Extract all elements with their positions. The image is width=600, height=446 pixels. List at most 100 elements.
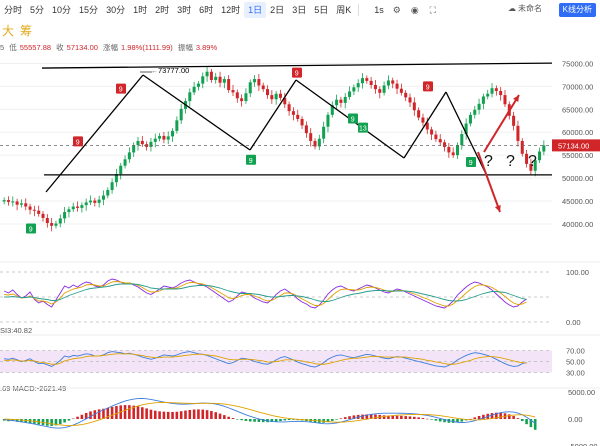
candle-body-66 — [287, 104, 291, 112]
candle-body-108 — [468, 114, 472, 124]
candle-body-95 — [412, 102, 416, 111]
candle-body-52 — [227, 79, 231, 91]
macd-bar-92 — [400, 415, 403, 419]
macd-bar-33 — [145, 408, 148, 419]
macd-bar-98 — [425, 418, 429, 420]
price-chart[interactable]: 大筹 40000.00 45000.00 50000.00 55000.00 60000.… — [0, 0, 600, 446]
macd-bar-35 — [153, 410, 157, 419]
candle-body-19 — [84, 202, 88, 206]
question-mark-2: ? — [528, 153, 537, 170]
macd-bar-77 — [335, 419, 338, 420]
candle-body-80 — [348, 91, 352, 97]
macd-tick-label-2: 5000.00 — [568, 388, 595, 397]
macd-bar-42 — [184, 410, 187, 419]
macd-tick-label-0: -5000.00 — [568, 442, 598, 446]
candle-body-15 — [67, 209, 71, 213]
candle-body-21 — [93, 200, 97, 203]
candle-body-74 — [322, 126, 326, 139]
candle-body-62 — [270, 95, 274, 100]
macd-bar-65 — [283, 419, 287, 421]
candle-body-22 — [97, 199, 101, 203]
macd-bar-80 — [348, 416, 351, 419]
macd-bar-53 — [231, 418, 235, 419]
macd-bar-79 — [343, 417, 347, 419]
candle-body-68 — [296, 114, 300, 119]
macd-bar-118 — [512, 415, 515, 419]
macd-bar-94 — [408, 416, 412, 419]
macd-bar-13 — [58, 419, 62, 425]
candle-body-67 — [291, 111, 295, 115]
candle-body-29 — [127, 152, 131, 160]
candle-body-3 — [15, 201, 19, 205]
candle-body-23 — [101, 195, 105, 200]
candle-body-43 — [188, 92, 192, 102]
candle-body-14 — [63, 212, 67, 219]
candle-body-2 — [11, 201, 15, 203]
candle-body-6 — [28, 206, 32, 210]
candle-body-27 — [119, 165, 123, 174]
candle-body-85 — [369, 80, 373, 86]
watermark-char-0: 大 — [2, 24, 14, 38]
macd-bar-41 — [179, 411, 183, 419]
last-price-label: 57134.00 — [558, 141, 589, 150]
candle-body-125 — [542, 145, 546, 152]
td-marker-label-4: 9 — [295, 71, 299, 78]
td-marker-label-5: 9 — [351, 116, 355, 123]
candle-body-83 — [360, 78, 365, 84]
macd-bar-110 — [477, 415, 481, 419]
candle-body-49 — [214, 76, 218, 80]
candle-body-1 — [6, 200, 10, 202]
candle-body-11 — [50, 223, 54, 226]
candle-body-59 — [257, 79, 261, 86]
macd-bar-18 — [80, 414, 84, 419]
candle-body-24 — [106, 190, 110, 196]
macd-bar-29 — [128, 405, 131, 419]
candle-body-96 — [417, 110, 421, 118]
macd-dif-line — [4, 398, 536, 429]
macd-bar-20 — [89, 411, 92, 419]
candle-body-86 — [373, 85, 377, 90]
macd-bar-44 — [192, 409, 196, 419]
candle-body-77 — [335, 99, 339, 106]
macd-bar-56 — [244, 419, 248, 421]
candle-body-75 — [326, 114, 330, 127]
macd-bar-49 — [214, 412, 218, 419]
candle-body-112 — [486, 93, 490, 97]
macd-bar-78 — [339, 418, 343, 419]
candle-body-94 — [408, 97, 412, 103]
rsi-tick-label-0: 30.00 — [566, 369, 585, 378]
macd-bar-25 — [110, 406, 114, 419]
osc-series-0 — [3, 278, 527, 309]
question-mark-1: ? — [506, 153, 515, 170]
macd-bar-121 — [525, 419, 528, 425]
candle-body-102 — [443, 142, 447, 147]
candle-body-97 — [421, 117, 425, 123]
td-marker-label-0: 9 — [29, 227, 33, 234]
candle-body-111 — [481, 96, 485, 104]
y-tick-label-7: 75000.00 — [562, 59, 593, 68]
macd-bar-45 — [197, 409, 200, 419]
y-tick-label-4: 60000.00 — [562, 128, 593, 137]
candle-body-101 — [438, 139, 442, 143]
candle-body-9 — [41, 213, 45, 218]
candle-body-47 — [205, 71, 209, 77]
candle-body-71 — [309, 133, 313, 141]
question-mark-0: ? — [484, 153, 493, 170]
candle-body-90 — [391, 80, 395, 84]
osc-tick-label-0: 0.00 — [566, 318, 581, 327]
candle-body-51 — [222, 79, 226, 83]
candle-body-46 — [201, 76, 205, 84]
candle-body-0 — [2, 200, 6, 202]
candle-body-17 — [76, 206, 80, 208]
macd-bar-120 — [520, 419, 524, 422]
macd-bar-91 — [395, 415, 399, 419]
candle-body-34 — [149, 141, 153, 147]
macd-bar-109 — [473, 417, 477, 419]
macd-bar-14 — [63, 419, 66, 423]
candle-body-32 — [140, 140, 144, 145]
candle-body-106 — [460, 134, 464, 146]
candle-body-58 — [253, 79, 257, 83]
td-marker-label-7: 9 — [426, 84, 430, 91]
macd-bar-10 — [46, 419, 49, 426]
macd-bar-58 — [253, 419, 256, 422]
